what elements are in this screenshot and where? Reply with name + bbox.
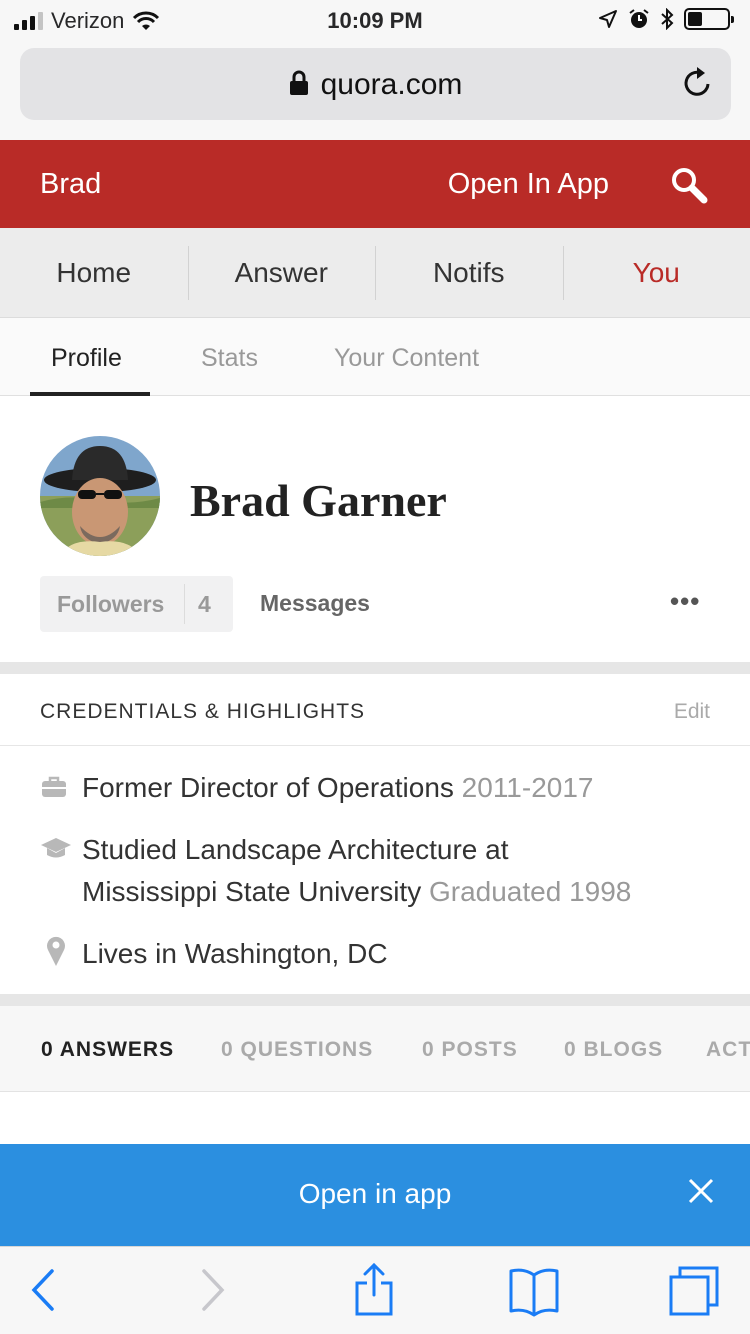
address-bar[interactable]: quora.com	[20, 48, 731, 120]
content-tabs: 0 ANSWERS 0 QUESTIONS 0 POSTS 0 BLOGS AC…	[0, 1006, 750, 1092]
bluetooth-icon	[661, 8, 674, 30]
tabs-icon[interactable]	[668, 1265, 720, 1317]
credentials-header: CREDENTIALS & HIGHLIGHTS Edit	[0, 674, 750, 746]
tab-blogs[interactable]: 0 BLOGS	[564, 1038, 663, 1062]
main-nav: Home Answer Notifs You	[0, 228, 750, 318]
credential-text: Lives in Washington, DC	[82, 938, 388, 969]
browser-address-area: quora.com	[0, 40, 750, 140]
nav-answer[interactable]: Answer	[187, 228, 376, 317]
active-tab-indicator	[30, 392, 150, 396]
url-text: quora.com	[320, 68, 463, 101]
credential-employment: Former Director of Operations 2011-2017	[82, 767, 594, 809]
bookmarks-icon[interactable]	[508, 1265, 560, 1317]
graduation-cap-icon	[41, 838, 71, 858]
credentials-title: CREDENTIALS & HIGHLIGHTS	[40, 700, 366, 723]
location-icon	[599, 10, 617, 28]
nav-you[interactable]: You	[562, 228, 750, 317]
nav-home[interactable]: Home	[0, 228, 188, 317]
followers-label: Followers	[40, 584, 185, 624]
tab-questions[interactable]: 0 QUESTIONS	[221, 1038, 373, 1062]
credential-text: Former Director of Operations	[82, 772, 454, 803]
edit-credentials-link[interactable]: Edit	[674, 700, 710, 724]
close-icon[interactable]	[688, 1178, 714, 1204]
tab-your-content[interactable]: Your Content	[334, 344, 479, 373]
profile-subtabs: Profile Stats Your Content	[0, 318, 750, 396]
lock-icon	[289, 70, 308, 95]
forward-icon	[202, 1269, 225, 1311]
browser-toolbar	[0, 1246, 750, 1334]
followers-button[interactable]: Followers 4	[40, 576, 233, 632]
site-header: Brad Open In App	[0, 140, 750, 228]
messages-button[interactable]: Messages	[260, 590, 370, 617]
tab-posts[interactable]: 0 POSTS	[422, 1038, 518, 1062]
header-brand[interactable]: Brad	[40, 168, 101, 201]
followers-count: 4	[198, 590, 211, 617]
more-options-button[interactable]: •••	[670, 586, 700, 617]
tab-answers[interactable]: 0 ANSWERS	[41, 1038, 174, 1062]
tab-activity[interactable]: ACT	[706, 1038, 750, 1062]
status-bar: Verizon 10:09 PM	[0, 0, 750, 40]
profile-name: Brad Garner	[190, 475, 447, 526]
back-icon[interactable]	[30, 1265, 56, 1315]
location-pin-icon	[47, 936, 65, 966]
credential-text: Studied Landscape Architecture at	[82, 834, 509, 865]
avatar[interactable]	[40, 436, 160, 556]
banner-text: Open in app	[298, 1178, 452, 1209]
section-divider	[0, 994, 750, 1006]
credential-location: Lives in Washington, DC	[82, 933, 388, 975]
reload-icon[interactable]	[681, 64, 715, 102]
tab-stats[interactable]: Stats	[201, 344, 258, 373]
tab-profile[interactable]: Profile	[51, 344, 122, 373]
open-in-app-link[interactable]: Open In App	[448, 168, 609, 201]
search-icon[interactable]	[670, 166, 710, 204]
open-in-app-banner[interactable]: Open in app	[0, 1144, 750, 1246]
credential-education: Studied Landscape Architecture at Missis…	[82, 829, 631, 913]
briefcase-icon	[42, 776, 66, 797]
section-divider	[0, 662, 750, 674]
credential-detail: Graduated 1998	[428, 876, 632, 907]
credential-text: Mississippi State University	[82, 876, 422, 907]
credential-detail: 2011-2017	[461, 772, 594, 803]
alarm-icon	[629, 9, 649, 28]
battery-icon	[684, 8, 734, 30]
share-icon[interactable]	[354, 1261, 394, 1317]
nav-notifs[interactable]: Notifs	[375, 228, 563, 317]
